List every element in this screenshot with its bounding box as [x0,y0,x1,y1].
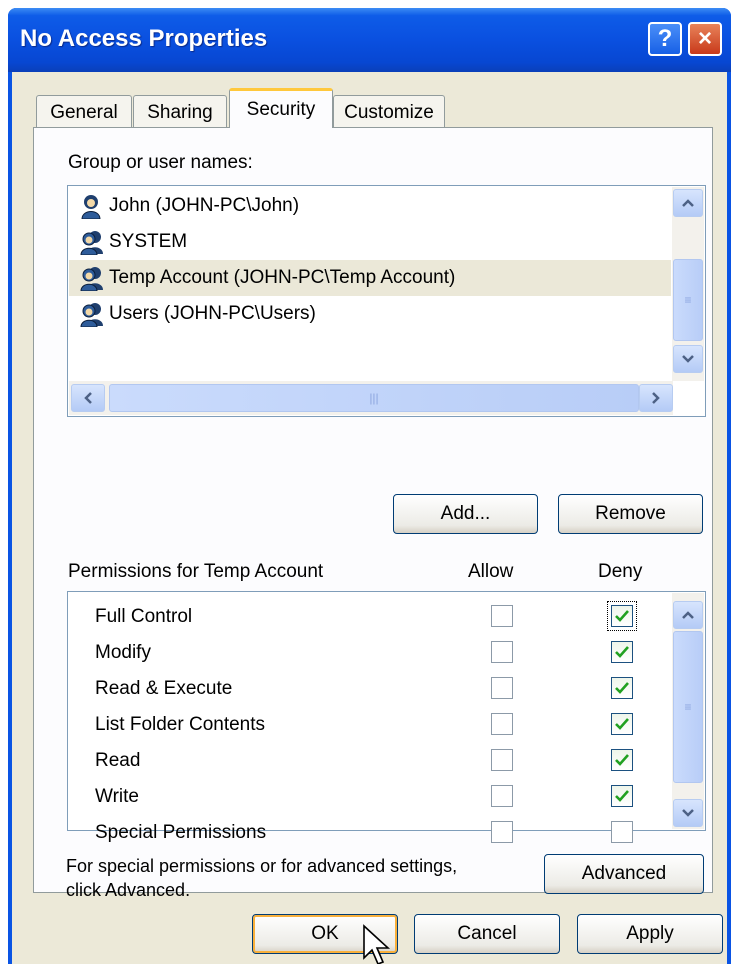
deny-column-header: Deny [598,561,643,582]
users-listbox[interactable]: John (JOHN-PC\John) SYSTEM Temp Account (J… [67,185,706,417]
permission-name: Write [95,786,139,807]
title-bar[interactable]: No Access Properties ? × [8,8,731,72]
permission-name: Special Permissions [95,822,267,843]
user-name-label: Users (JOHN-PC\Users) [109,303,316,324]
help-button[interactable]: ? [648,22,682,56]
permission-row: Full Control [69,600,669,636]
window-title: No Access Properties [20,25,268,52]
deny-checkbox[interactable] [611,749,633,771]
users-scroll-thumb[interactable]: ≡ [673,259,703,341]
permission-name: Read & Execute [95,678,233,699]
user-name-label: Temp Account (JOHN-PC\Temp Account) [109,267,456,288]
allow-checkbox[interactable] [491,821,513,843]
deny-checkbox[interactable] [611,677,633,699]
permission-name: Modify [95,642,151,663]
tab-customize[interactable]: Customize [333,95,445,129]
deny-checkbox[interactable] [611,713,633,735]
user-name-label: SYSTEM [109,231,188,252]
allow-checkbox[interactable] [491,605,513,627]
dialog-client-area: General Sharing Customize Group or user … [12,72,727,964]
allow-checkbox[interactable] [491,749,513,771]
apply-button[interactable]: Apply [577,914,723,954]
permission-row: Write [69,780,669,816]
users-label: Group or user names: [68,152,253,173]
permission-row: Read [69,744,669,780]
deny-checkbox[interactable] [611,821,633,843]
users-horizontal-scrollbar[interactable]: ||| [69,381,673,415]
tab-sharing[interactable]: Sharing [133,95,227,129]
advanced-button[interactable]: Advanced [544,854,704,894]
remove-button[interactable]: Remove [558,494,703,534]
permission-row: Modify [69,636,669,672]
user-list-item[interactable]: John (JOHN-PC\John) [69,188,671,224]
permission-row: Read & Execute [69,672,669,708]
focus-indicator [607,601,637,631]
group-icon [80,267,103,291]
permissions-listbox[interactable]: Full Control Modify Read & Execute List Fol… [67,591,706,843]
scroll-up-icon[interactable] [673,189,703,217]
scroll-down-icon[interactable] [673,345,703,373]
allow-checkbox[interactable] [491,785,513,807]
allow-checkbox[interactable] [491,677,513,699]
advanced-note-line1: For special permissions or for advanced … [66,856,458,876]
properties-window: No Access Properties ? × General Sharing… [8,8,731,964]
user-name-label: John (JOHN-PC\John) [109,195,300,216]
allow-checkbox[interactable] [491,713,513,735]
perm-scroll-up-icon[interactable] [673,601,703,629]
allow-checkbox[interactable] [491,641,513,663]
user-list-item[interactable]: Users (JOHN-PC\Users) [69,296,671,332]
users-vertical-scrollbar[interactable]: ≡ [672,187,704,381]
tab-security[interactable]: Security [229,88,333,128]
group-icon [80,303,103,327]
allow-column-header: Allow [468,561,514,582]
user-list-item[interactable]: Temp Account (JOHN-PC\Temp Account) [69,260,671,296]
permission-name: Full Control [95,606,193,627]
user-list-item[interactable]: SYSTEM [69,224,671,260]
permissions-label: Permissions for Temp Account [68,561,324,582]
security-tab-panel: Group or user names: John (JOHN-PC\John)… [33,127,713,900]
scroll-right-icon[interactable] [639,384,673,412]
permission-row: Special Permissions [69,816,669,852]
add-button[interactable]: Add... [393,494,538,534]
close-button[interactable]: × [688,22,722,56]
deny-checkbox[interactable] [611,785,633,807]
permission-row: List Folder Contents [69,708,669,744]
deny-checkbox[interactable] [611,641,633,663]
cancel-button[interactable]: Cancel [414,914,560,954]
group-icon [80,231,103,255]
permission-name: Read [95,750,141,771]
user-icon [81,195,101,219]
users-hscroll-thumb[interactable]: ||| [109,384,639,412]
scroll-left-icon[interactable] [71,384,105,412]
perm-scroll-down-icon[interactable] [673,799,703,827]
permissions-scroll-thumb[interactable]: ≡ [673,631,703,783]
tab-general[interactable]: General [36,95,132,129]
advanced-note-line2: click Advanced. [66,880,191,900]
permission-name: List Folder Contents [95,714,266,735]
mouse-cursor-icon [363,924,391,964]
permissions-vertical-scrollbar[interactable]: ≡ [672,593,704,829]
